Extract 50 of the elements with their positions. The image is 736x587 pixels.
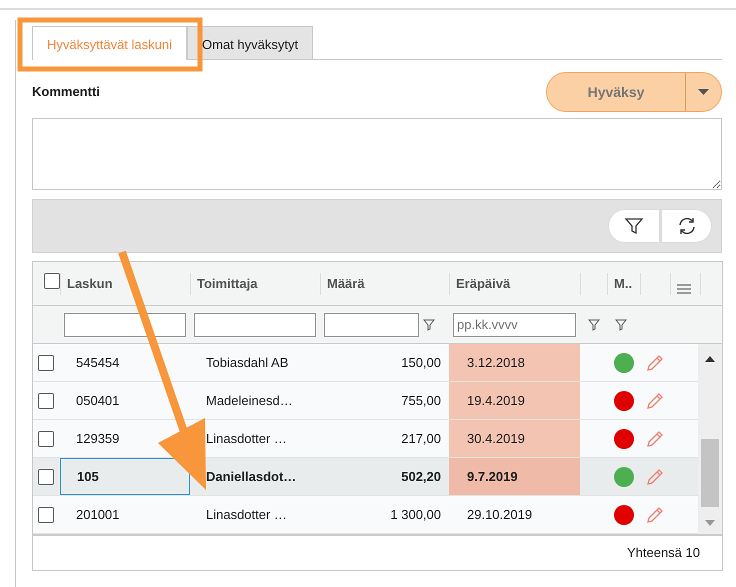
- column-header[interactable]: Toimittaja: [197, 276, 258, 290]
- table-cell-text: 755,00: [400, 392, 442, 410]
- row-checkbox[interactable]: [38, 354, 54, 370]
- column-header[interactable]: Eräpäivä: [456, 276, 510, 290]
- filter-icon[interactable]: [588, 319, 600, 332]
- table-cell-text: 502,20: [400, 468, 442, 486]
- table-cell-text: 050401: [75, 392, 120, 410]
- comment-field[interactable]: [32, 118, 722, 190]
- scrollbar[interactable]: [698, 344, 722, 534]
- select-all-checkbox[interactable]: [44, 272, 60, 288]
- scroll-up-icon[interactable]: [705, 356, 716, 362]
- row-checkbox[interactable]: [38, 468, 54, 484]
- scroll-thumb[interactable]: [701, 439, 719, 507]
- total-count: Yhteensä 10: [626, 544, 700, 562]
- table-cell: 3.12.2018: [449, 344, 580, 381]
- caret-icon: [698, 89, 709, 95]
- column-header[interactable]: M..: [614, 276, 632, 290]
- filter-icon: [624, 216, 644, 236]
- refresh-button[interactable]: [660, 209, 712, 243]
- table-cell-text: 201001: [75, 506, 120, 524]
- table-cell: 105: [60, 458, 190, 495]
- filter-field[interactable]: [324, 312, 419, 336]
- table-cell: 9.7.2019: [449, 458, 580, 495]
- table-cell-text: 545454: [75, 354, 120, 372]
- table-cell: 30.4.2019: [449, 420, 580, 457]
- filter-field[interactable]: [194, 312, 316, 336]
- row-checkbox[interactable]: [38, 392, 54, 408]
- tab[interactable]: Omat hyväksytyt: [187, 26, 314, 59]
- comment-label: Kommentti: [32, 83, 100, 102]
- table-cell-text: 129359: [75, 430, 120, 448]
- table-cell-text: 29.10.2019: [466, 506, 534, 524]
- table-cell-text: 150,00: [400, 354, 442, 372]
- table-cell: 19.4.2019: [449, 382, 580, 419]
- menu-icon[interactable]: [677, 283, 691, 296]
- column-header[interactable]: Määrä: [327, 276, 365, 290]
- filter-button[interactable]: [608, 209, 660, 243]
- table-cell-text: Linasdotter …: [205, 430, 288, 448]
- table-cell-text: 217,00: [400, 430, 442, 448]
- filter-field[interactable]: [64, 312, 186, 336]
- filter-field[interactable]: pp.kk.vvvv: [453, 312, 576, 336]
- row-checkbox[interactable]: [38, 430, 54, 446]
- table-cell-text: 1 300,00: [389, 506, 442, 524]
- row-checkbox[interactable]: [38, 506, 54, 522]
- table-cell-text: Linasdotter …: [205, 506, 288, 524]
- table-cell-text: Tobiasdahl AB: [205, 354, 290, 372]
- table-cell-text: Madeleinesd…: [205, 392, 294, 410]
- table-cell-text: Daniellasdot…: [205, 468, 298, 486]
- filter-icon[interactable]: [615, 319, 627, 332]
- column-header[interactable]: Laskun: [67, 276, 113, 290]
- filter-icon[interactable]: [423, 319, 435, 332]
